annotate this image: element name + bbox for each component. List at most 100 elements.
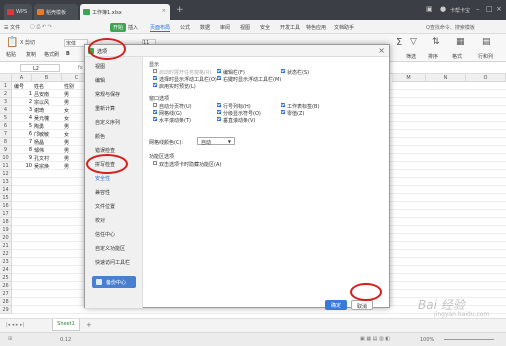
column-header[interactable]: B: [32, 74, 62, 82]
close-tab-icon[interactable]: ×: [162, 8, 166, 14]
sidebar-item-proofing[interactable]: 校对: [95, 217, 105, 224]
sidebar-item-compat[interactable]: 兼容性: [95, 189, 110, 196]
copy-button[interactable]: 复制: [26, 51, 36, 58]
format-painter-button[interactable]: 格式刷: [44, 51, 59, 58]
table-cell[interactable]: 杨晶: [32, 138, 62, 146]
ok-button[interactable]: 确定: [325, 300, 347, 310]
filter-icon[interactable]: ▽: [410, 37, 417, 47]
row-header[interactable]: 10: [0, 154, 12, 162]
rows-cols-button[interactable]: 行和列: [478, 53, 493, 60]
sidebar-item-custom-list[interactable]: 自定义序列: [95, 119, 120, 126]
menu-formulas[interactable]: 公式: [180, 24, 190, 31]
menu-developer[interactable]: 开发工具: [280, 24, 300, 31]
tab-workbook[interactable]: 工作簿1.xlsx ×: [80, 4, 170, 20]
table-cell[interactable]: 邝敏敏: [32, 130, 62, 138]
row-header[interactable]: 3: [0, 98, 12, 106]
column-header[interactable]: O: [466, 74, 506, 82]
table-cell[interactable]: 吴宗焕: [32, 162, 62, 170]
ribbon-option-checkbox[interactable]: 双击选项卡时隐藏功能区(A): [153, 161, 221, 168]
sidebar-item-quick-access[interactable]: 快速访问工具栏: [95, 259, 130, 266]
table-cell[interactable]: 5: [12, 122, 32, 130]
display-option-checkbox[interactable]: 右键时显示浮动工具栏(M): [217, 76, 281, 83]
sheet-tab[interactable]: Sheet1: [52, 319, 80, 331]
row-header[interactable]: 24: [0, 266, 12, 274]
sidebar-item-recalc[interactable]: 重新计算: [95, 105, 115, 112]
display-option-checkbox[interactable]: 启动时展开任务窗格(R): [153, 69, 211, 76]
row-header[interactable]: 5: [0, 114, 12, 122]
row-header[interactable]: 20: [0, 234, 12, 242]
table-cell[interactable]: 谢琦: [32, 106, 62, 114]
window-option-checkbox[interactable]: 行号列标(H): [217, 103, 251, 110]
menu-security[interactable]: 安全: [260, 24, 270, 31]
menu-review[interactable]: 审阅: [220, 24, 230, 31]
sidebar-item-trust-center[interactable]: 信任中心: [95, 231, 115, 238]
window-option-checkbox[interactable]: 垂直滚动条(V): [217, 117, 255, 124]
row-header[interactable]: 17: [0, 210, 12, 218]
sidebar-item-custom-ribbon[interactable]: 自定义功能区: [95, 245, 125, 252]
sidebar-item-color[interactable]: 颜色: [95, 133, 105, 140]
row-header[interactable]: 1: [0, 82, 12, 90]
row-header[interactable]: 29: [0, 306, 12, 314]
grid-color-select[interactable]: 自动 ▼: [197, 137, 235, 146]
close-window-icon[interactable]: ×: [496, 5, 502, 13]
zoom-slider[interactable]: [444, 339, 494, 340]
row-header[interactable]: 7: [0, 130, 12, 138]
table-cell[interactable]: 姓名: [32, 82, 62, 90]
table-cell[interactable]: 陶勇: [32, 122, 62, 130]
sidebar-item-error-check[interactable]: 错误检查: [95, 147, 115, 154]
sidebar-item-security[interactable]: 安全性: [95, 175, 110, 182]
new-tab-icon[interactable]: +: [176, 5, 184, 15]
format-button[interactable]: 格式: [452, 53, 462, 60]
sidebar-item-general-save[interactable]: 常规与保存: [95, 91, 120, 98]
row-header[interactable]: 26: [0, 282, 12, 290]
window-option-checkbox[interactable]: 自动分页符(U): [153, 103, 192, 110]
backup-center-button[interactable]: 备份中心: [92, 276, 136, 288]
menu-page-layout[interactable]: 页面布局: [150, 24, 171, 32]
table-cell[interactable]: 2: [12, 98, 32, 106]
row-header[interactable]: 8: [0, 138, 12, 146]
name-box[interactable]: L2: [20, 64, 60, 72]
table-cell[interactable]: 邹伟: [32, 146, 62, 154]
row-header[interactable]: 23: [0, 258, 12, 266]
column-header[interactable]: A: [12, 74, 32, 82]
window-option-checkbox[interactable]: 工作表标签(B): [281, 103, 319, 110]
table-cell[interactable]: 吴元槐: [32, 114, 62, 122]
view-mode-icons[interactable]: ▣ ▦ ▤ ▥ ◧: [360, 336, 390, 342]
paste-button[interactable]: 粘贴: [6, 51, 16, 58]
maximize-icon[interactable]: □: [486, 5, 493, 13]
window-option-checkbox[interactable]: 水平滚动条(T): [153, 117, 191, 124]
layout-icon[interactable]: ▣: [426, 5, 433, 13]
menu-start[interactable]: 开始: [110, 23, 127, 32]
cut-button[interactable]: X 剪切: [20, 39, 35, 46]
close-icon[interactable]: ×: [378, 46, 385, 55]
sort-button[interactable]: 排序: [428, 53, 438, 60]
sum-icon[interactable]: Σ: [396, 37, 402, 48]
minimize-icon[interactable]: –: [476, 5, 480, 13]
menu-insert[interactable]: 插入: [128, 24, 138, 31]
row-header[interactable]: 21: [0, 242, 12, 250]
sidebar-item-edit[interactable]: 编辑: [95, 77, 105, 84]
search-command[interactable]: Q查找命令、搜索模板: [426, 24, 475, 31]
row-header[interactable]: 16: [0, 202, 12, 210]
fx-icon[interactable]: fx: [78, 65, 83, 71]
sheet-nav-icons[interactable]: |◂ ◂ ▸ ▸|: [6, 322, 24, 328]
row-header[interactable]: 11: [0, 162, 12, 170]
table-cell[interactable]: 9: [12, 154, 32, 162]
row-header[interactable]: 4: [0, 106, 12, 114]
rows-cols-icon[interactable]: ▤: [482, 37, 491, 47]
tab-docer[interactable]: 稻壳模板: [34, 4, 78, 20]
add-sheet-button[interactable]: +: [86, 321, 92, 329]
table-cell[interactable]: 6: [12, 130, 32, 138]
table-cell[interactable]: 4: [12, 114, 32, 122]
display-option-checkbox[interactable]: 启用实时预览(L): [153, 83, 196, 90]
sidebar-item-file-location[interactable]: 文件位置: [95, 203, 115, 210]
table-cell[interactable]: 编号: [12, 82, 32, 90]
menu-special[interactable]: 特色应用: [306, 24, 326, 31]
display-option-checkbox[interactable]: 编辑栏(F): [217, 69, 245, 76]
row-header[interactable]: 22: [0, 250, 12, 258]
table-cell[interactable]: 10: [12, 162, 32, 170]
bold-button[interactable]: B: [66, 51, 70, 57]
quick-access-icons[interactable]: ▢ ⎙ ↶ ↷: [30, 24, 52, 30]
row-header[interactable]: 9: [0, 146, 12, 154]
display-option-checkbox[interactable]: 状态栏(S): [281, 69, 309, 76]
